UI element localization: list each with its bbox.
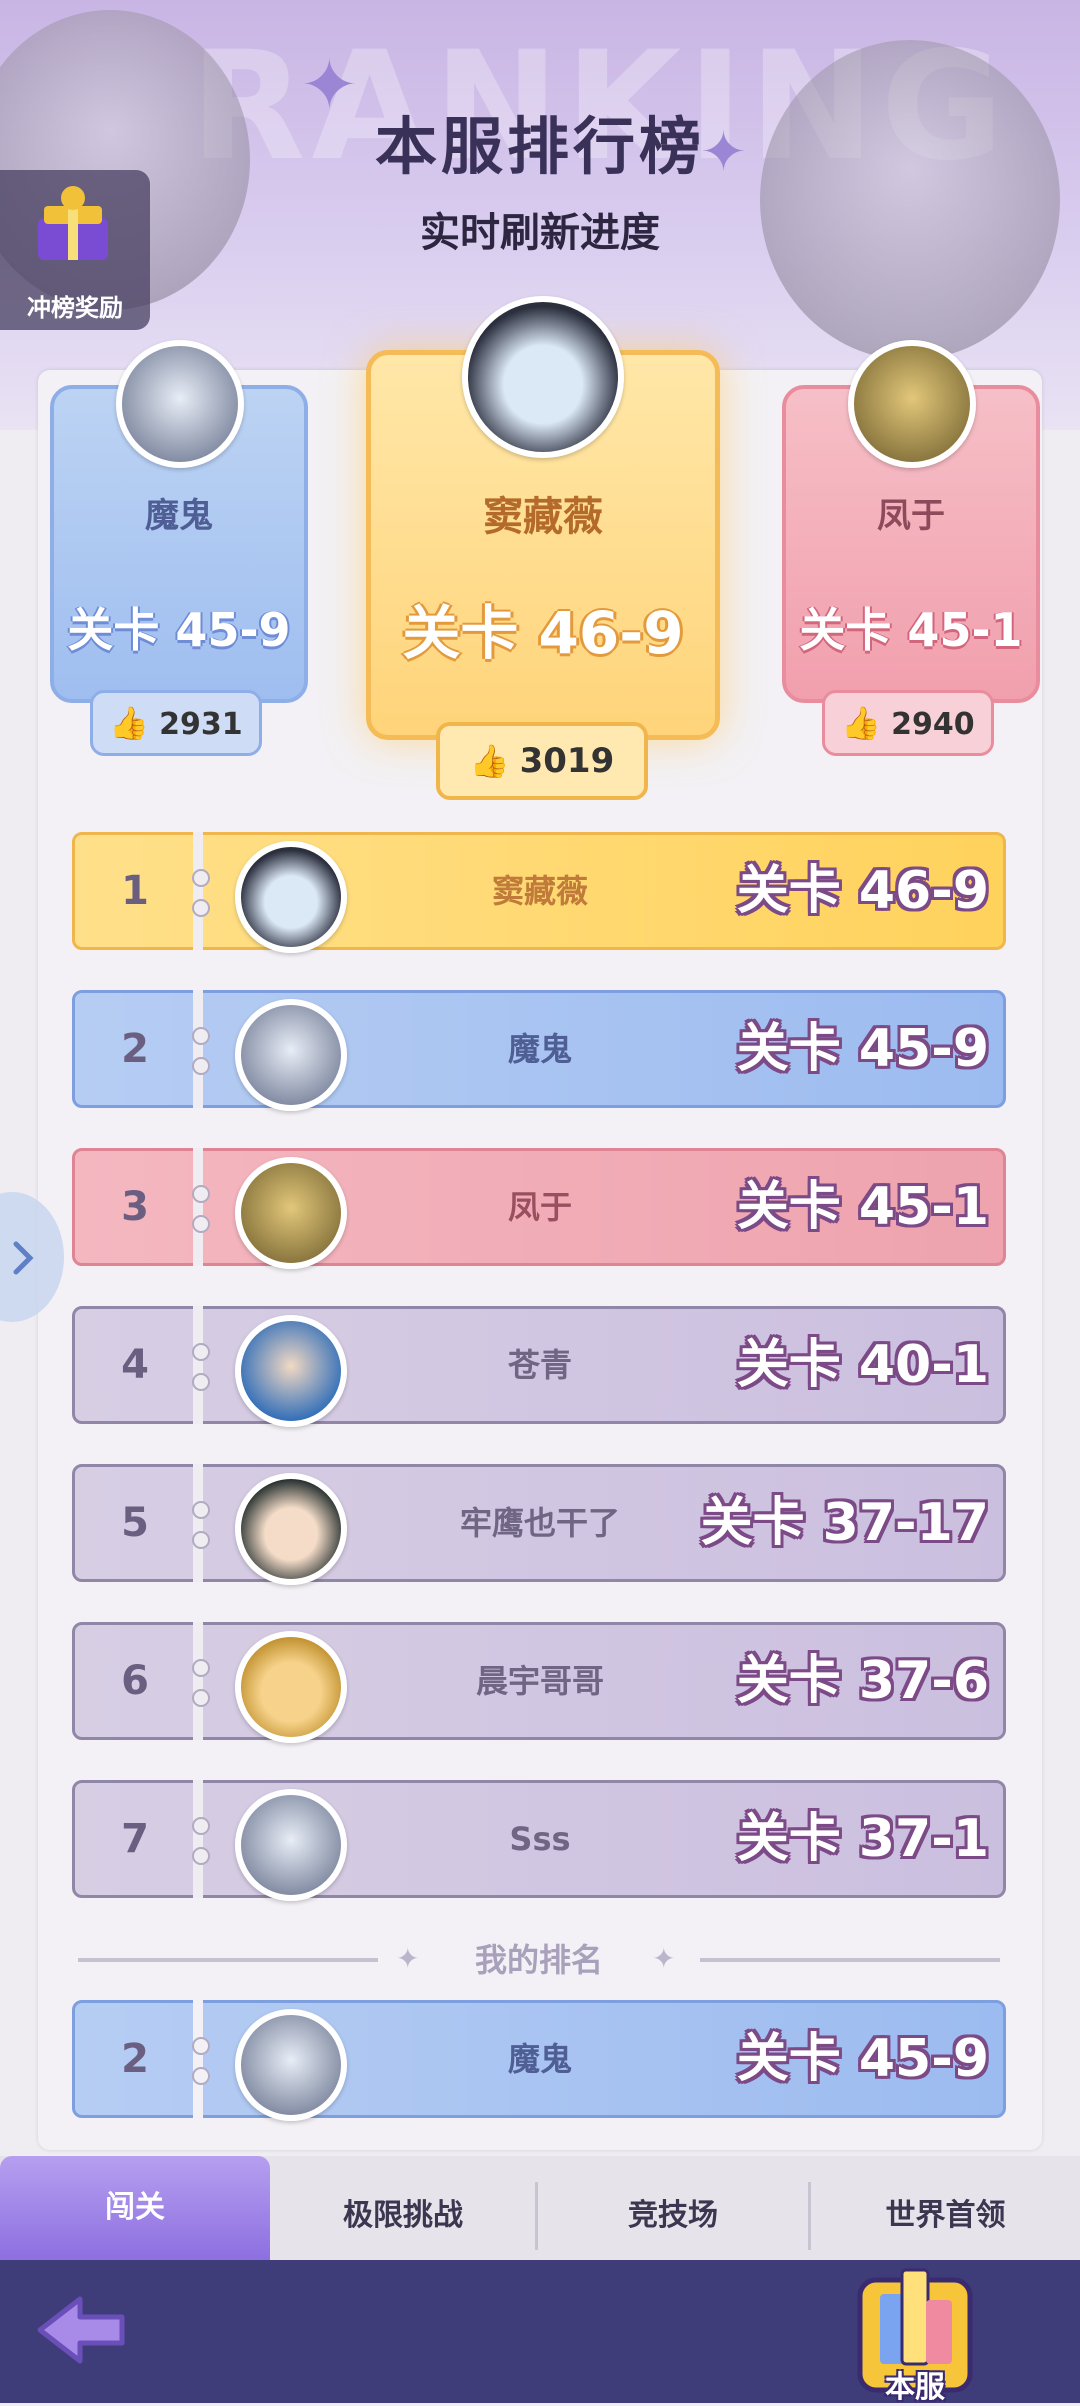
- rank-reward-button[interactable]: 冲榜奖励: [0, 170, 150, 330]
- podium-avatar-third: [848, 340, 976, 468]
- podium-like-button-first[interactable]: 👍 3019: [436, 722, 648, 800]
- leaderboard-row[interactable]: 1 窦藏薇 关卡 46-9: [72, 832, 1006, 953]
- row-rank: 6: [121, 1658, 149, 1704]
- row-rank: 2: [121, 2036, 149, 2082]
- row-avatar: [235, 1631, 347, 1743]
- rank-reward-label: 冲榜奖励: [27, 294, 123, 322]
- row-rank: 5: [121, 1500, 149, 1546]
- row-stage: 关卡 45-9: [736, 1019, 989, 1079]
- my-rank-row[interactable]: 2 魔鬼 关卡 45-9: [72, 2000, 1006, 2121]
- row-player-name: 窦藏薇: [491, 872, 588, 910]
- my-rank-divider: ✦ ✦ 我的排名: [78, 1940, 1000, 1980]
- row-avatar: [235, 841, 347, 953]
- server-ranking-label: 本服: [885, 2370, 945, 2405]
- tab-extreme-challenge[interactable]: 极限挑战: [270, 2172, 536, 2260]
- podium-like-button-second[interactable]: 👍 2931: [90, 690, 262, 756]
- leaderboard-row[interactable]: 3 凤于 关卡 45-1: [72, 1148, 1006, 1269]
- row-avatar: [235, 999, 347, 1111]
- podium-likes-third: 2940: [891, 707, 975, 742]
- thumbs-up-icon: 👍: [841, 704, 882, 742]
- leaderboard-row[interactable]: 7 Sss 关卡 37-1: [72, 1780, 1006, 1901]
- tab-stage[interactable]: 闯关: [0, 2156, 270, 2260]
- row-stage: 关卡 37-6: [736, 1651, 989, 1711]
- row-rank: 3: [121, 1184, 149, 1230]
- row-avatar: [235, 1157, 347, 1269]
- back-arrow-icon[interactable]: [22, 2285, 142, 2375]
- row-avatar: [235, 2009, 347, 2121]
- podium-avatar-first: [462, 296, 624, 458]
- trophy-gift-icon: [38, 186, 108, 260]
- leaderboard-row[interactable]: 6 晨宇哥哥 关卡 37-6: [72, 1622, 1006, 1743]
- podium-avatar-second: [116, 340, 244, 468]
- leaderboard-row[interactable]: 4 苍青 关卡 40-1: [72, 1306, 1006, 1427]
- row-stage: 关卡 45-1: [736, 1177, 989, 1237]
- row-avatar: [235, 1473, 347, 1585]
- podium-like-button-third[interactable]: 👍 2940: [822, 690, 994, 756]
- row-stage: 关卡 37-1: [736, 1809, 989, 1869]
- row-player-name: 晨宇哥哥: [475, 1662, 604, 1700]
- chevron-right-icon: [13, 1241, 34, 1275]
- row-player-name: 凤于: [507, 1188, 572, 1226]
- podium-name-first: 窦藏薇: [483, 494, 603, 540]
- row-avatar: [235, 1315, 347, 1427]
- leaderboard-row[interactable]: 5 牢鹰也干了 关卡 37-17: [72, 1464, 1006, 1585]
- podium-name-second: 魔鬼: [145, 496, 213, 536]
- thumbs-up-icon: 👍: [109, 704, 150, 742]
- row-player-name: 魔鬼: [507, 2040, 572, 2078]
- row-rank: 2: [121, 1026, 149, 1072]
- row-avatar: [235, 1789, 347, 1901]
- row-player-name: Sss: [509, 1820, 571, 1858]
- row-rank: 1: [121, 868, 149, 914]
- row-rank: 7: [121, 1816, 149, 1862]
- page-title: 本服排行榜: [374, 110, 705, 183]
- leaderboard-row[interactable]: 2 魔鬼 关卡 45-9: [72, 990, 1006, 1111]
- row-stage: 关卡 37-17: [700, 1493, 989, 1553]
- row-rank: 4: [121, 1342, 149, 1388]
- row-player-name: 苍青: [507, 1346, 572, 1384]
- my-rank-label: 我的排名: [474, 1941, 603, 1979]
- page-subtitle: 实时刷新进度: [420, 210, 660, 256]
- podium-likes-first: 3019: [519, 741, 615, 781]
- tab-arena[interactable]: 竞技场: [538, 2172, 808, 2260]
- row-stage: 关卡 45-9: [736, 2029, 989, 2089]
- podium-stage-first: 关卡 46-9: [402, 599, 684, 667]
- podium-stage-third: 关卡 45-1: [799, 603, 1023, 657]
- podium-likes-second: 2931: [159, 707, 243, 742]
- podium-stage-second: 关卡 45-9: [67, 603, 291, 657]
- thumbs-up-icon: 👍: [469, 742, 510, 780]
- row-stage: 关卡 46-9: [736, 861, 989, 921]
- podium-name-third: 凤于: [877, 496, 945, 536]
- row-stage: 关卡 40-1: [736, 1335, 989, 1395]
- row-player-name: 牢鹰也干了: [459, 1504, 620, 1542]
- row-player-name: 魔鬼: [507, 1030, 572, 1068]
